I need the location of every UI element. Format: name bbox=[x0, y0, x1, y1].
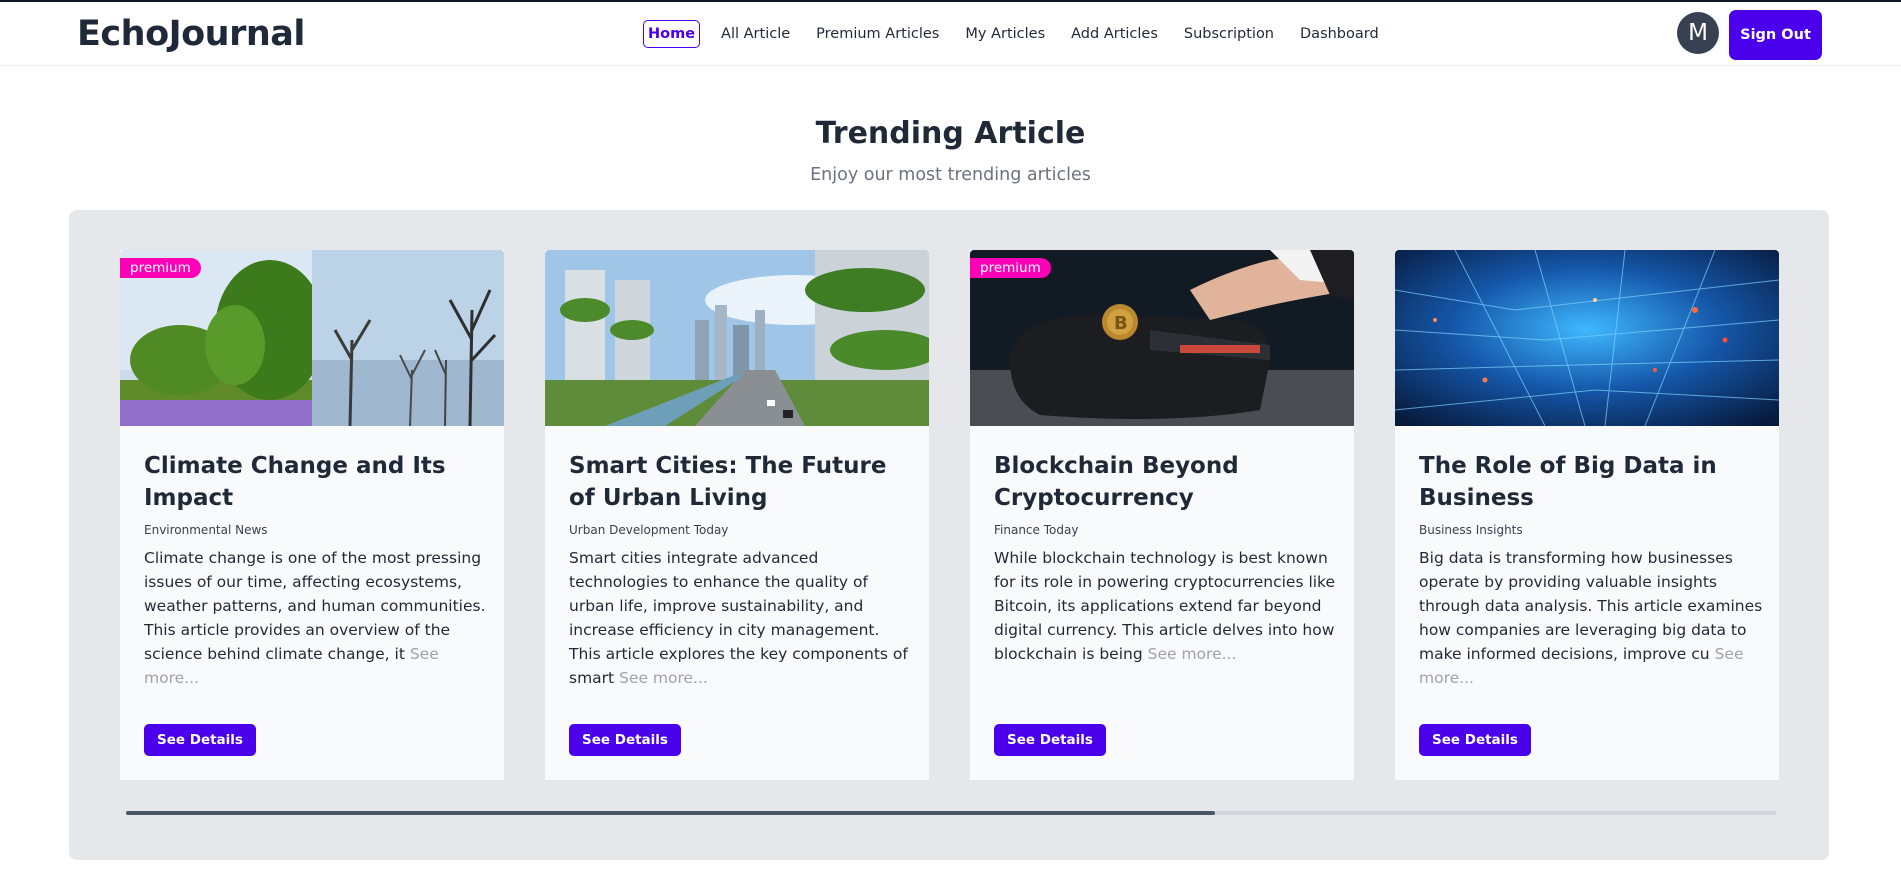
navbar: EchoJournal Home All Article Premium Art… bbox=[0, 2, 1901, 66]
nav-add-articles[interactable]: Add Articles bbox=[1066, 20, 1163, 48]
see-more-link[interactable]: See more... bbox=[619, 669, 708, 687]
article-card: premium Climate Change and Its Impact En… bbox=[120, 250, 504, 780]
premium-badge: premium bbox=[970, 258, 1051, 278]
carousel-scrollbar[interactable] bbox=[126, 811, 1776, 815]
see-details-button[interactable]: See Details bbox=[569, 724, 681, 756]
svg-text:B: B bbox=[1114, 313, 1128, 334]
sign-out-button[interactable]: Sign Out bbox=[1729, 10, 1822, 60]
article-title: The Role of Big Data in Business bbox=[1419, 453, 1717, 511]
article-source: Business Insights bbox=[1419, 523, 1523, 537]
section-title: Trending Article bbox=[815, 116, 1086, 151]
green-city-skyline-image bbox=[545, 250, 929, 426]
article-description: While blockchain technology is best know… bbox=[994, 546, 1339, 666]
article-card: Smart Cities: The Future of Urban Living… bbox=[545, 250, 929, 780]
see-details-button[interactable]: See Details bbox=[1419, 724, 1531, 756]
article-description: Big data is transforming how businesses … bbox=[1419, 546, 1764, 690]
article-card: B premium Blockchain Beyond Cryptocurren… bbox=[970, 250, 1354, 780]
see-details-button[interactable]: See Details bbox=[144, 724, 256, 756]
bitcoin-payment-terminal-image: B premium bbox=[970, 250, 1354, 426]
nav-premium-articles[interactable]: Premium Articles bbox=[811, 20, 944, 48]
see-details-button[interactable]: See Details bbox=[994, 724, 1106, 756]
article-title: Smart Cities: The Future of Urban Living bbox=[569, 453, 887, 511]
nav-subscription[interactable]: Subscription bbox=[1179, 20, 1279, 48]
article-description: Climate change is one of the most pressi… bbox=[144, 546, 489, 690]
nav-home[interactable]: Home bbox=[643, 20, 701, 48]
see-more-link[interactable]: See more... bbox=[1148, 645, 1237, 663]
article-card: The Role of Big Data in Business Busines… bbox=[1395, 250, 1779, 780]
trending-carousel: premium Climate Change and Its Impact En… bbox=[69, 210, 1829, 860]
user-avatar[interactable]: M bbox=[1677, 12, 1719, 54]
description-text: Smart cities integrate advanced technolo… bbox=[569, 549, 908, 687]
nav-dashboard[interactable]: Dashboard bbox=[1295, 20, 1384, 48]
premium-badge: premium bbox=[120, 258, 201, 278]
nav-my-articles[interactable]: My Articles bbox=[960, 20, 1050, 48]
article-title: Blockchain Beyond Cryptocurrency bbox=[994, 453, 1239, 511]
main-nav: Home All Article Premium Articles My Art… bbox=[643, 20, 1400, 48]
section-subtitle: Enjoy our most trending articles bbox=[810, 165, 1091, 185]
description-text: Big data is transforming how businesses … bbox=[1419, 549, 1763, 663]
article-source: Urban Development Today bbox=[569, 523, 729, 537]
nav-all-article[interactable]: All Article bbox=[716, 20, 795, 48]
scrollbar-thumb[interactable] bbox=[126, 811, 1215, 815]
site-logo[interactable]: EchoJournal bbox=[77, 14, 305, 54]
article-description: Smart cities integrate advanced technolo… bbox=[569, 546, 914, 690]
article-title: Climate Change and Its Impact bbox=[144, 453, 446, 511]
circuit-data-network-image bbox=[1395, 250, 1779, 426]
article-source: Finance Today bbox=[994, 523, 1079, 537]
forest-and-flooded-trees-image: premium bbox=[120, 250, 504, 426]
article-source: Environmental News bbox=[144, 523, 268, 537]
